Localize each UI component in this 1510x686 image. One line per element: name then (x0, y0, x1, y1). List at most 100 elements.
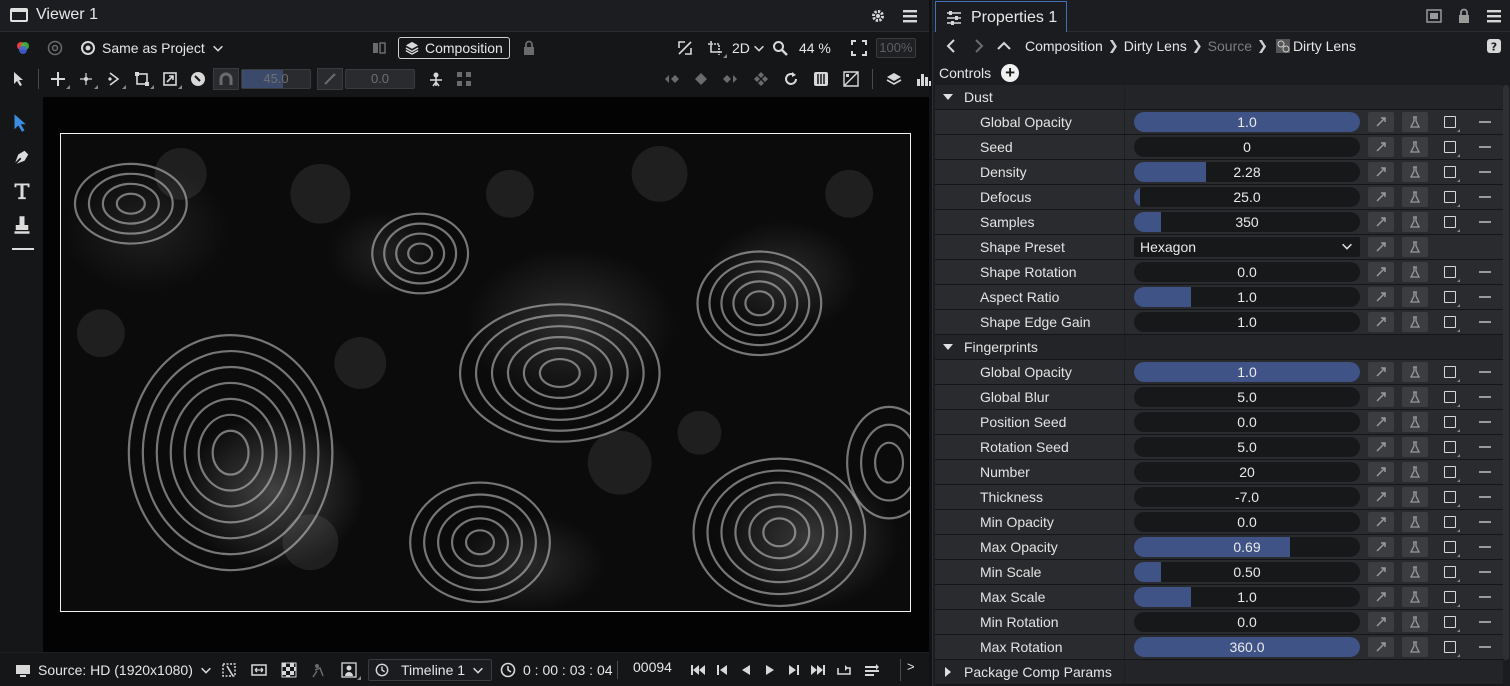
keyframe-checkbox[interactable] (1444, 316, 1460, 332)
link-parameter-button[interactable] (1368, 262, 1394, 282)
expression-button[interactable] (1402, 262, 1428, 282)
keyframe-checkbox[interactable] (1444, 566, 1460, 582)
reset-minus-icon[interactable] (1479, 296, 1491, 298)
play-reverse-icon[interactable] (734, 659, 758, 681)
group-header-fingerprints[interactable]: Fingerprints (935, 335, 1503, 360)
help-icon[interactable]: ? (1481, 35, 1507, 57)
property-slider[interactable]: 360.0 (1134, 637, 1360, 657)
reset-minus-icon[interactable] (1479, 146, 1491, 148)
link-parameter-button[interactable] (1368, 537, 1394, 557)
keyframe-checkbox[interactable] (1444, 616, 1460, 632)
link-parameter-button[interactable] (1368, 212, 1394, 232)
link-parameter-button[interactable] (1368, 587, 1394, 607)
go-to-end-icon[interactable] (806, 659, 830, 681)
panel-lock-icon[interactable] (1451, 5, 1477, 27)
source-resolution-select[interactable]: Source: HD (1920x1080) (14, 659, 213, 681)
property-slider[interactable]: 350 (1134, 212, 1360, 232)
reset-minus-icon[interactable] (1479, 271, 1491, 273)
keyframe-checkbox[interactable] (1444, 166, 1460, 182)
crop-icon[interactable] (702, 37, 728, 59)
pen-tool-icon[interactable] (10, 145, 34, 169)
expression-button[interactable] (1402, 512, 1428, 532)
select-arrow-icon[interactable] (6, 68, 32, 90)
scale-icon[interactable] (157, 68, 183, 90)
reset-minus-icon[interactable] (1479, 571, 1491, 573)
property-slider[interactable]: 0.50 (1134, 562, 1360, 582)
keyframe-checkbox[interactable] (1444, 641, 1460, 657)
viewer-tab[interactable]: Viewer 1 (10, 6, 98, 24)
property-slider[interactable]: 1.0 (1134, 312, 1360, 332)
expression-button[interactable] (1402, 137, 1428, 157)
viewer-canvas[interactable] (43, 97, 929, 652)
more-controls-button[interactable]: > (907, 659, 915, 674)
add-control-icon[interactable]: + (1001, 63, 1020, 82)
grid-snap-icon[interactable] (451, 68, 477, 90)
move-icon[interactable] (45, 68, 71, 90)
prev-keyframe-icon[interactable] (658, 68, 684, 90)
zoom-icon[interactable] (770, 37, 790, 59)
anchor-point-icon[interactable] (73, 68, 99, 90)
reset-minus-icon[interactable] (1479, 396, 1491, 398)
keyframe-checkbox[interactable] (1444, 366, 1460, 382)
loop-icon[interactable] (830, 659, 858, 681)
reset-minus-icon[interactable] (1479, 646, 1491, 648)
region-of-interest-icon[interactable] (216, 659, 242, 681)
hamburger-menu-icon[interactable] (1481, 5, 1507, 27)
property-slider[interactable]: 25.0 (1134, 187, 1360, 207)
expand-triangle-icon[interactable] (943, 344, 953, 350)
property-slider[interactable]: -7.0 (1134, 487, 1360, 507)
property-slider[interactable]: 5.0 (1134, 387, 1360, 407)
breadcrumb-dirty-lens-current[interactable]: Dirty Lens (1293, 38, 1356, 54)
reset-minus-icon[interactable] (1479, 421, 1491, 423)
link-parameter-button[interactable] (1368, 287, 1394, 307)
fit-to-view-icon[interactable] (846, 37, 872, 59)
timecode[interactable]: 0 : 00 : 03 : 04 (523, 662, 613, 678)
breadcrumb-dirty-lens[interactable]: Dirty Lens (1124, 38, 1187, 54)
reset-minus-icon[interactable] (1479, 496, 1491, 498)
zoom-value[interactable]: 44 % (794, 40, 836, 56)
split-compare-icon[interactable] (366, 37, 392, 59)
property-slider[interactable]: 0 (1134, 137, 1360, 157)
reset-minus-icon[interactable] (1479, 621, 1491, 623)
expression-button[interactable] (1402, 287, 1428, 307)
link-parameter-button[interactable] (1368, 437, 1394, 457)
keyframe-checkbox[interactable] (1444, 416, 1460, 432)
transform-gizmo-icon[interactable] (672, 37, 698, 59)
link-parameter-button[interactable] (1368, 112, 1394, 132)
rotate-value-slider[interactable]: 45.0 (241, 69, 311, 89)
keyframe-checkbox[interactable] (1444, 216, 1460, 232)
expression-button[interactable] (1402, 212, 1428, 232)
refresh-icon[interactable] (778, 68, 804, 90)
property-slider[interactable]: 5.0 (1134, 437, 1360, 457)
puppet-tool-icon[interactable] (423, 68, 449, 90)
keyframe-checkbox[interactable] (1444, 116, 1460, 132)
property-slider[interactable]: 1.0 (1134, 287, 1360, 307)
keyframe-checkbox[interactable] (1444, 391, 1460, 407)
frame-number[interactable]: 00094 (633, 659, 672, 675)
back-arrow-icon[interactable] (939, 35, 965, 57)
link-parameter-button[interactable] (1368, 387, 1394, 407)
link-parameter-button[interactable] (1368, 612, 1394, 632)
channel-adjust-icon[interactable] (808, 68, 834, 90)
reset-minus-icon[interactable] (1479, 221, 1491, 223)
keyframe-options-icon[interactable] (748, 68, 774, 90)
next-keyframe-icon[interactable] (718, 68, 744, 90)
property-slider[interactable]: 0.0 (1134, 412, 1360, 432)
bounding-box-icon[interactable] (129, 68, 155, 90)
expression-button[interactable] (1402, 437, 1428, 457)
reset-minus-icon[interactable] (1479, 471, 1491, 473)
property-slider[interactable]: 0.0 (1134, 612, 1360, 632)
aperture-icon[interactable] (42, 37, 68, 59)
properties-tab[interactable]: Properties 1 (935, 1, 1067, 32)
panel-screen-icon[interactable] (1421, 5, 1447, 27)
expression-button[interactable] (1402, 562, 1428, 582)
reset-minus-icon[interactable] (1479, 371, 1491, 373)
checkerboard-icon[interactable] (276, 659, 302, 681)
keyframe-checkbox[interactable] (1444, 291, 1460, 307)
rgb-channels-icon[interactable] (10, 37, 36, 59)
step-back-icon[interactable] (710, 659, 734, 681)
expression-button[interactable] (1402, 587, 1428, 607)
step-forward-icon[interactable] (782, 659, 806, 681)
expression-button[interactable] (1402, 187, 1428, 207)
skew-angle-icon[interactable] (317, 68, 343, 90)
